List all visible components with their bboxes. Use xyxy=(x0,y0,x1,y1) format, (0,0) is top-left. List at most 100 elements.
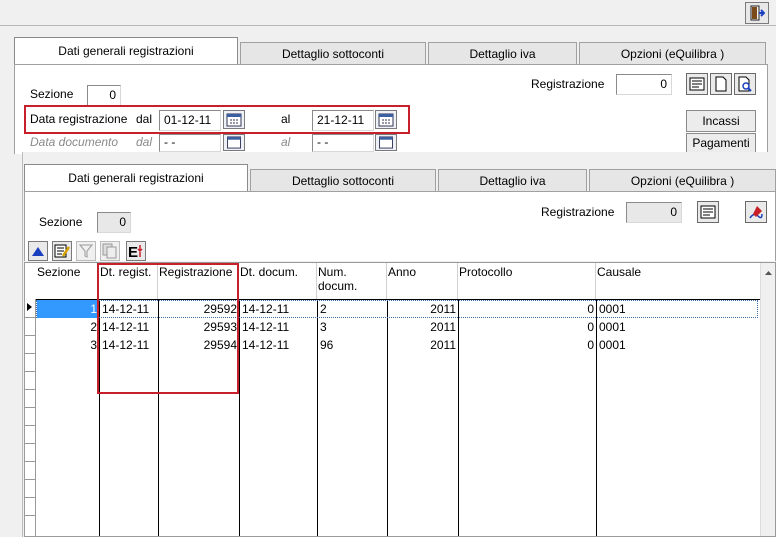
excel-export-icon: E xyxy=(128,244,143,260)
cell-dt-regist[interactable]: 14-12-11 xyxy=(100,336,158,354)
cell-num-docum[interactable]: 96 xyxy=(318,336,387,354)
page-search-icon xyxy=(738,76,752,92)
new-document-button[interactable] xyxy=(710,73,732,95)
copy-button[interactable] xyxy=(100,241,120,261)
col-header-anno[interactable]: Anno xyxy=(387,263,458,299)
cell-num-docum[interactable]: 3 xyxy=(318,318,387,336)
cell-sezione[interactable]: 1 xyxy=(37,300,99,318)
cell-causale[interactable]: 0001 xyxy=(597,300,757,318)
al-label: al xyxy=(281,112,291,126)
pagamenti-button[interactable]: Pagamenti xyxy=(686,133,756,153)
row-sep xyxy=(25,515,36,516)
sezione2-label: Sezione xyxy=(39,215,83,229)
cell-protocollo[interactable]: 0 xyxy=(459,300,596,318)
vertical-scrollbar[interactable] xyxy=(760,263,775,536)
blank-page-icon xyxy=(715,76,727,92)
report-icon xyxy=(689,77,705,91)
tab2-dettaglio-sottoconti[interactable]: Dettaglio sottoconti xyxy=(250,169,436,191)
edit-list-icon xyxy=(54,244,70,258)
sezione-label: Sezione xyxy=(30,87,74,101)
cell-protocollo[interactable]: 0 xyxy=(459,318,596,336)
cell-protocollo[interactable]: 0 xyxy=(459,336,596,354)
move-up-button[interactable] xyxy=(28,241,48,261)
scroll-up-arrow-icon xyxy=(765,271,772,275)
search-document-button[interactable] xyxy=(734,73,756,95)
export-excel-button[interactable]: E xyxy=(126,241,146,261)
cell-registrazione[interactable]: 29592 xyxy=(159,300,239,318)
copy-pages-icon xyxy=(102,243,117,259)
current-row-indicator-icon xyxy=(27,303,32,311)
report-button[interactable] xyxy=(686,73,708,95)
calendar-dal-button[interactable] xyxy=(223,110,245,129)
col-header-dt-docum[interactable]: Dt. docum. xyxy=(239,263,317,299)
cell-registrazione[interactable]: 29594 xyxy=(159,336,239,354)
doc-dal-field[interactable]: - - xyxy=(159,134,221,152)
doc-al-field[interactable]: - - xyxy=(312,134,374,152)
col-header-causale[interactable]: Causale xyxy=(596,263,761,299)
tab-dettaglio-sottoconti[interactable]: Dettaglio sottoconti xyxy=(240,42,426,64)
exit-button[interactable] xyxy=(745,2,769,24)
top-separator xyxy=(0,25,776,26)
row-sep xyxy=(25,407,36,408)
edit-signature-button[interactable] xyxy=(745,201,767,223)
row-sep xyxy=(25,353,36,354)
cell-anno[interactable]: 2011 xyxy=(388,300,458,318)
tab2-dati-generali[interactable]: Dati generali registrazioni xyxy=(24,164,248,191)
row-sep xyxy=(25,425,36,426)
bottom-tabbar: Dati generali registrazioni Dettaglio so… xyxy=(24,164,776,191)
funnel-icon xyxy=(79,244,93,258)
cell-dt-docum[interactable]: 14-12-11 xyxy=(240,300,317,318)
tab-opzioni[interactable]: Opzioni (eQuilibra ) xyxy=(579,42,766,64)
data-dal-field[interactable]: 01-12-11 xyxy=(159,110,221,131)
row-sep xyxy=(25,335,36,336)
registrations-grid: Sezione Dt. regist. Registrazione Dt. do… xyxy=(24,262,776,537)
triangle-up-icon xyxy=(32,247,44,256)
cell-anno[interactable]: 2011 xyxy=(388,318,458,336)
tab-dati-generali[interactable]: Dati generali registrazioni xyxy=(14,37,238,64)
tab-dettaglio-iva[interactable]: Dettaglio iva xyxy=(428,42,577,64)
registrazione2-field[interactable]: 0 xyxy=(626,202,682,223)
col-header-registrazione[interactable]: Registrazione xyxy=(158,263,239,299)
col-header-dt-regist[interactable]: Dt. regist. xyxy=(99,263,158,299)
calendar-icon xyxy=(379,136,393,149)
row-sep xyxy=(25,389,36,390)
calendar-icon xyxy=(227,136,241,149)
report2-button[interactable] xyxy=(697,201,719,223)
doc-al-label: al xyxy=(281,135,291,149)
cell-dt-docum[interactable]: 14-12-11 xyxy=(240,336,317,354)
cell-dt-regist[interactable]: 14-12-11 xyxy=(100,318,158,336)
incassi-button[interactable]: Incassi xyxy=(686,110,756,132)
row-sep xyxy=(25,371,36,372)
col-header-num-docum[interactable]: Num. docum. xyxy=(317,263,387,299)
tab2-dettaglio-iva[interactable]: Dettaglio iva xyxy=(438,169,587,191)
col-header-sezione[interactable]: Sezione xyxy=(36,263,99,299)
cell-dt-regist[interactable]: 14-12-11 xyxy=(100,300,158,318)
cell-causale[interactable]: 0001 xyxy=(597,318,757,336)
cell-registrazione[interactable]: 29593 xyxy=(159,318,239,336)
tab2-opzioni[interactable]: Opzioni (eQuilibra ) xyxy=(589,169,776,191)
registrazione-label: Registrazione xyxy=(531,77,605,91)
doc-dal-label: dal xyxy=(136,135,153,149)
row-sep xyxy=(25,479,36,480)
filter-button[interactable] xyxy=(76,241,96,261)
col-header-protocollo[interactable]: Protocollo xyxy=(458,263,596,299)
cell-anno[interactable]: 2011 xyxy=(388,336,458,354)
pen-edit-icon xyxy=(749,206,763,219)
cell-dt-docum[interactable]: 14-12-11 xyxy=(240,318,317,336)
row-sep xyxy=(25,443,36,444)
edit-list-button[interactable] xyxy=(52,241,72,261)
calendar-al-button[interactable] xyxy=(375,110,397,129)
sezione-field[interactable]: 0 xyxy=(87,85,121,106)
data-registrazione-label: Data registrazione xyxy=(30,112,128,126)
row-sep xyxy=(25,461,36,462)
data-al-field[interactable]: 21-12-11 xyxy=(312,110,374,131)
calendar-doc-dal-button[interactable] xyxy=(223,134,245,151)
cell-num-docum[interactable]: 2 xyxy=(318,300,387,318)
calendar-doc-al-button[interactable] xyxy=(375,134,397,151)
cell-sezione[interactable]: 3 xyxy=(37,336,99,354)
cell-sezione[interactable]: 2 xyxy=(37,318,99,336)
sezione2-field[interactable]: 0 xyxy=(97,212,131,233)
cell-causale[interactable]: 0001 xyxy=(597,336,757,354)
top-tabbar: Dati generali registrazioni Dettaglio so… xyxy=(14,37,768,64)
registrazione-field[interactable]: 0 xyxy=(616,74,672,95)
